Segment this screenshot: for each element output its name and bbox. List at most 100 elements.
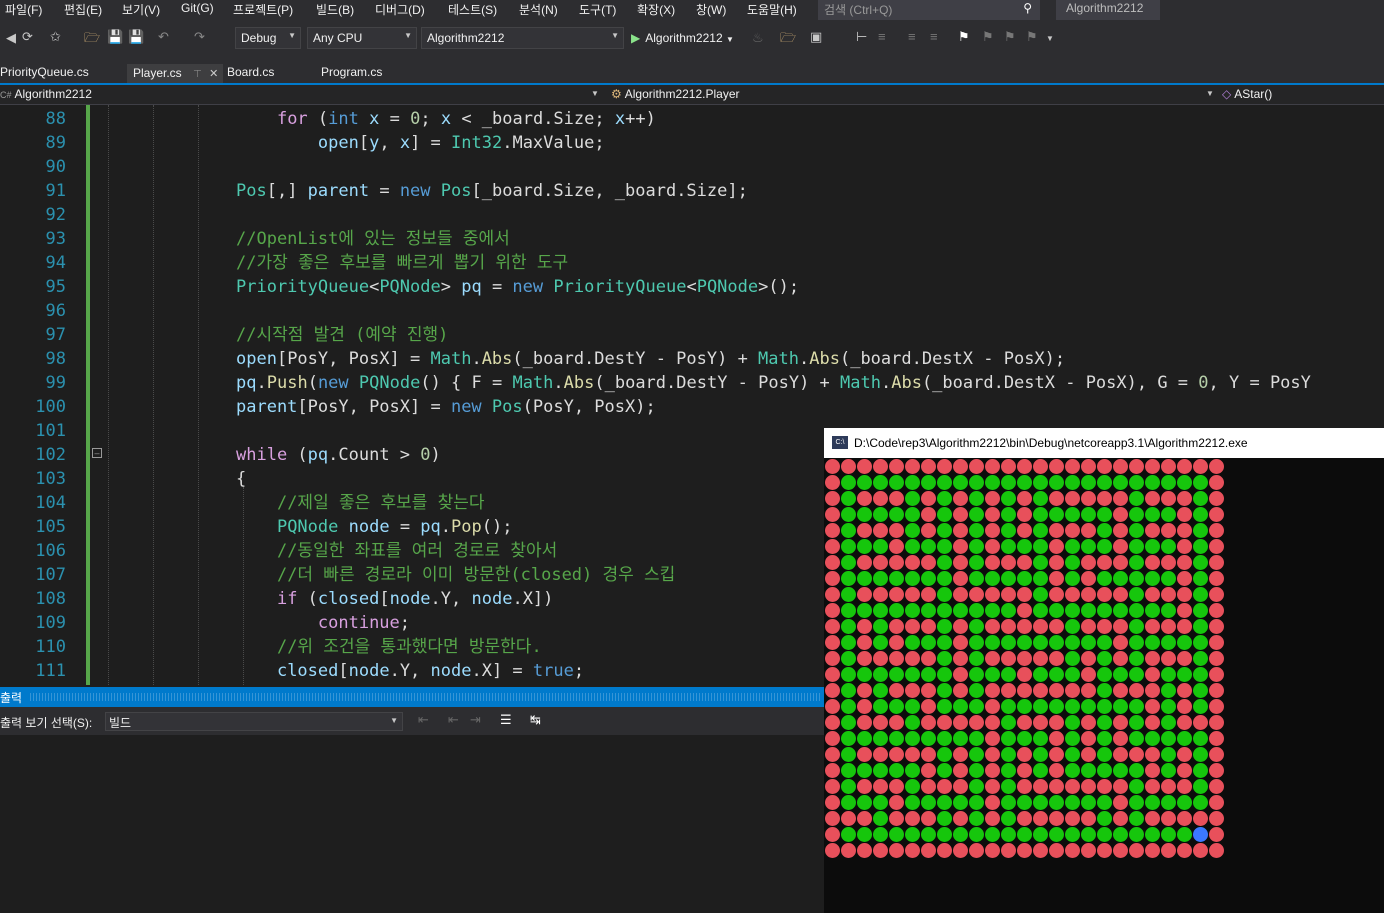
tab-player[interactable]: Player.cs ⊤ ✕	[127, 64, 223, 83]
comment-icon[interactable]: ≡	[908, 29, 916, 44]
startup-project-dropdown[interactable]: Algorithm2212 ▼	[421, 27, 624, 49]
maze-cell-empty	[1193, 491, 1208, 506]
menu-tools[interactable]: 도구(T)	[579, 1, 616, 18]
menu-window[interactable]: 창(W)	[696, 1, 726, 18]
clear-bookmarks-icon[interactable]: ⚑	[1026, 29, 1038, 45]
output-source-dropdown[interactable]: 빌드 ▼	[105, 712, 403, 731]
back-icon[interactable]: ◀	[6, 30, 16, 46]
next-bookmark-icon[interactable]: ⚑	[1004, 29, 1016, 45]
menu-help[interactable]: 도움말(H)	[747, 1, 797, 18]
platform-dropdown[interactable]: Any CPU ▼	[307, 27, 417, 49]
maze-cell-empty	[889, 571, 904, 586]
menu-file[interactable]: 파일(F)	[5, 1, 42, 18]
maze-cell-wall	[985, 619, 1000, 634]
collapse-icon[interactable]: –	[92, 448, 102, 458]
maze-cell-wall	[1209, 715, 1224, 730]
maze-cell-wall	[985, 731, 1000, 746]
output-text-area[interactable]	[0, 735, 824, 913]
indent-icon[interactable]: ≡	[878, 29, 886, 44]
maze-cell-wall	[1209, 795, 1224, 810]
next-message-icon[interactable]: ⇥	[470, 712, 481, 728]
tab-board[interactable]: Board.cs	[227, 65, 274, 79]
output-panel-header: 출력	[0, 687, 824, 707]
window-layout-icon[interactable]: ▣	[810, 29, 822, 45]
code-token: ;	[399, 613, 411, 633]
maze-cell-wall	[1145, 523, 1160, 538]
maze-cell-empty	[1033, 731, 1048, 746]
menu-debug[interactable]: 디버그(D)	[375, 1, 425, 18]
redo-icon[interactable]: ↷	[194, 29, 205, 45]
maze-cell-empty	[969, 731, 984, 746]
hot-reload-icon[interactable]: ♨	[752, 30, 764, 46]
undo-icon[interactable]: ↶	[158, 29, 169, 45]
maze-cell-empty	[1097, 539, 1112, 554]
open-folder-icon[interactable]: 🗁	[84, 29, 100, 51]
maze-cell-empty	[1161, 827, 1176, 842]
tab-program[interactable]: Program.cs	[321, 65, 382, 79]
class-nav-dropdown[interactable]: ⚙ Algorithm2212.Player	[611, 87, 740, 101]
browse-folder-icon[interactable]: 🗁	[780, 29, 796, 51]
maze-cell-wall	[1209, 747, 1224, 762]
maze-cell-wall	[953, 507, 968, 522]
maze-cell-empty	[873, 811, 888, 826]
close-icon[interactable]: ✕	[209, 68, 218, 80]
pin-icon[interactable]: ⊤	[193, 69, 202, 80]
maze-cell-empty	[1033, 587, 1048, 602]
chevron-down-icon[interactable]: ▼	[1206, 89, 1214, 98]
menu-git[interactable]: Git(G)	[181, 1, 214, 15]
console-window[interactable]: C:\ D:\Code\rep3\Algorithm2212\bin\Debug…	[824, 428, 1384, 913]
toolbar-overflow-icon[interactable]: ▼	[1046, 34, 1054, 43]
maze-cell-empty	[1049, 699, 1064, 714]
line-number: 108	[35, 589, 66, 609]
maze-cell-empty	[905, 603, 920, 618]
maze-cell-wall	[985, 507, 1000, 522]
output-title: 출력	[0, 691, 23, 705]
maze-cell-wall	[1017, 603, 1032, 618]
maze-cell-empty	[1065, 475, 1080, 490]
menu-project[interactable]: 프로젝트(P)	[233, 1, 293, 18]
menu-test[interactable]: 테스트(S)	[448, 1, 497, 18]
word-wrap-icon[interactable]: ↹	[530, 712, 541, 728]
prev-message-icon[interactable]: ⇤	[448, 712, 459, 728]
menu-view[interactable]: 보기(V)	[122, 1, 160, 18]
start-debugging-button[interactable]: ▶ Algorithm2212 ▼	[631, 31, 734, 45]
maze-cell-wall	[825, 731, 840, 746]
maze-cell-wall	[1209, 603, 1224, 618]
chevron-down-icon[interactable]: ▼	[591, 89, 599, 98]
maze-cell-wall	[1177, 555, 1192, 570]
config-dropdown[interactable]: Debug ▼	[235, 27, 301, 49]
output-select-label: 출력 보기 선택(S):	[0, 716, 93, 730]
maze-cell-wall	[985, 555, 1000, 570]
menu-extensions[interactable]: 확장(X)	[637, 1, 675, 18]
member-nav-dropdown[interactable]: ◇ AStar()	[1222, 87, 1272, 101]
find-in-output-icon[interactable]: ⇤	[418, 712, 429, 728]
maze-cell-wall	[1113, 459, 1128, 474]
maze-cell-empty	[841, 827, 856, 842]
code-token: (_board.DestY - PosY) +	[512, 349, 759, 369]
search-box[interactable]: 검색 (Ctrl+Q) ⚲	[818, 0, 1040, 20]
menu-build[interactable]: 빌드(B)	[316, 1, 354, 18]
save-all-icon[interactable]: 💾	[128, 29, 144, 45]
menu-edit[interactable]: 편집(E)	[64, 1, 102, 18]
save-icon[interactable]: 💾	[107, 29, 123, 45]
maze-cell-wall	[953, 683, 968, 698]
bookmark-icon[interactable]: ⚑	[958, 29, 970, 45]
tab-priorityqueue[interactable]: PriorityQueue.cs	[0, 65, 89, 79]
clear-all-icon[interactable]: ☰	[500, 712, 512, 728]
hierarchy-icon[interactable]: ⊢	[856, 29, 867, 45]
maze-cell-wall	[1177, 603, 1192, 618]
maze-cell-wall	[1113, 651, 1128, 666]
code-token: //동일한 좌표를 여러 경로로 찾아서	[276, 541, 558, 561]
forward-icon[interactable]: ⟳	[22, 29, 33, 45]
maze-cell-wall	[953, 539, 968, 554]
maze-cell-empty	[953, 731, 968, 746]
new-project-icon[interactable]: ✩	[50, 29, 61, 45]
uncomment-icon[interactable]: ≡	[930, 29, 938, 44]
menu-analyze[interactable]: 분석(N)	[519, 1, 558, 18]
prev-bookmark-icon[interactable]: ⚑	[982, 29, 994, 45]
project-nav-dropdown[interactable]: C# Algorithm2212	[0, 87, 92, 101]
maze-cell-wall	[905, 843, 920, 858]
maze-cell-wall	[1193, 715, 1208, 730]
